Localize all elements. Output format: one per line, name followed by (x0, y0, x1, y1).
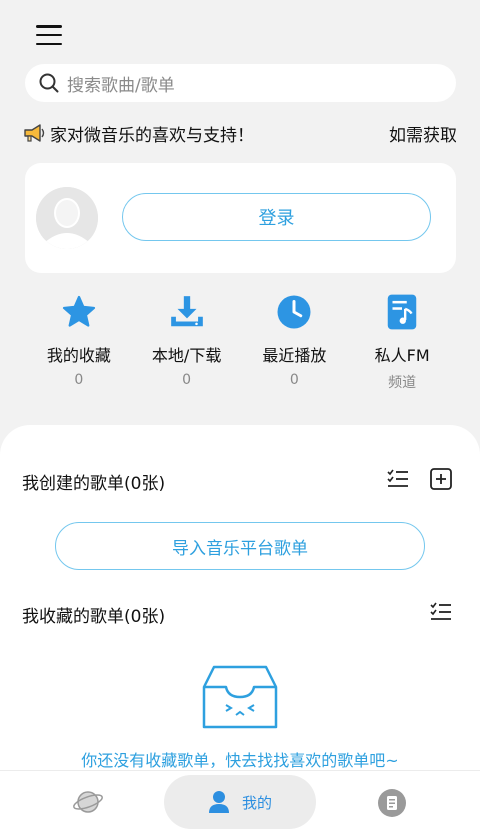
download-icon (170, 296, 203, 327)
quick-local-download[interactable]: 本地/下载 0 (133, 292, 241, 392)
avatar[interactable] (36, 187, 98, 249)
clock-icon (277, 295, 311, 329)
quick-label: 本地/下载 (151, 346, 222, 365)
music-note-icon (387, 294, 417, 330)
menu-icon[interactable] (34, 22, 64, 48)
quick-count: 0 (74, 372, 84, 388)
notice-text-next: 如需获取 (389, 125, 456, 146)
quick-actions: 我的收藏 0 本地/下载 0 最近播放 0 私人FM 频道 (25, 292, 456, 392)
login-button[interactable]: 登录 (122, 193, 431, 241)
notice-text: 家对微音乐的喜欢与支持！ (50, 125, 254, 146)
manage-list-icon[interactable] (386, 467, 410, 491)
notice-marquee: 家对微音乐的喜欢与支持！ 如需获取 (22, 118, 456, 148)
planet-icon[interactable] (72, 788, 104, 816)
empty-box-icon (202, 665, 278, 729)
bottom-tab-bar: 我的 (0, 770, 480, 832)
search-bar[interactable]: 搜索歌曲/歌单 (25, 64, 456, 102)
empty-hint: 你还没有收藏歌单，快去找找喜欢的歌单吧~ (81, 751, 399, 770)
quick-recent[interactable]: 最近播放 0 (241, 292, 349, 392)
star-icon (62, 295, 95, 327)
manage-list-icon[interactable] (429, 600, 453, 624)
quick-label: 最近播放 (262, 346, 327, 365)
quick-sub: 频道 (388, 375, 417, 391)
quick-count: 0 (289, 372, 299, 388)
quick-count: 0 (182, 372, 192, 388)
quick-label: 我的收藏 (46, 346, 111, 365)
notes-icon[interactable] (377, 788, 407, 818)
created-playlists-title: 我创建的歌单(0张) (22, 474, 166, 494)
import-playlist-button[interactable]: 导入音乐平台歌单 (55, 522, 425, 570)
add-playlist-icon[interactable] (429, 467, 453, 491)
tab-mine-label: 我的 (241, 793, 272, 812)
megaphone-icon (24, 124, 45, 142)
quick-label: 私人FM (374, 346, 430, 365)
tab-mine[interactable]: 我的 (164, 775, 316, 829)
search-icon (39, 73, 59, 93)
user-placeholder-icon (36, 187, 98, 249)
quick-favorites[interactable]: 我的收藏 0 (25, 292, 133, 392)
collected-playlists-title: 我收藏的歌单(0张) (22, 607, 166, 627)
quick-private-fm[interactable]: 私人FM 频道 (348, 292, 456, 392)
search-placeholder: 搜索歌曲/歌单 (67, 75, 175, 96)
user-icon (208, 791, 229, 813)
login-card: 登录 (25, 163, 456, 273)
